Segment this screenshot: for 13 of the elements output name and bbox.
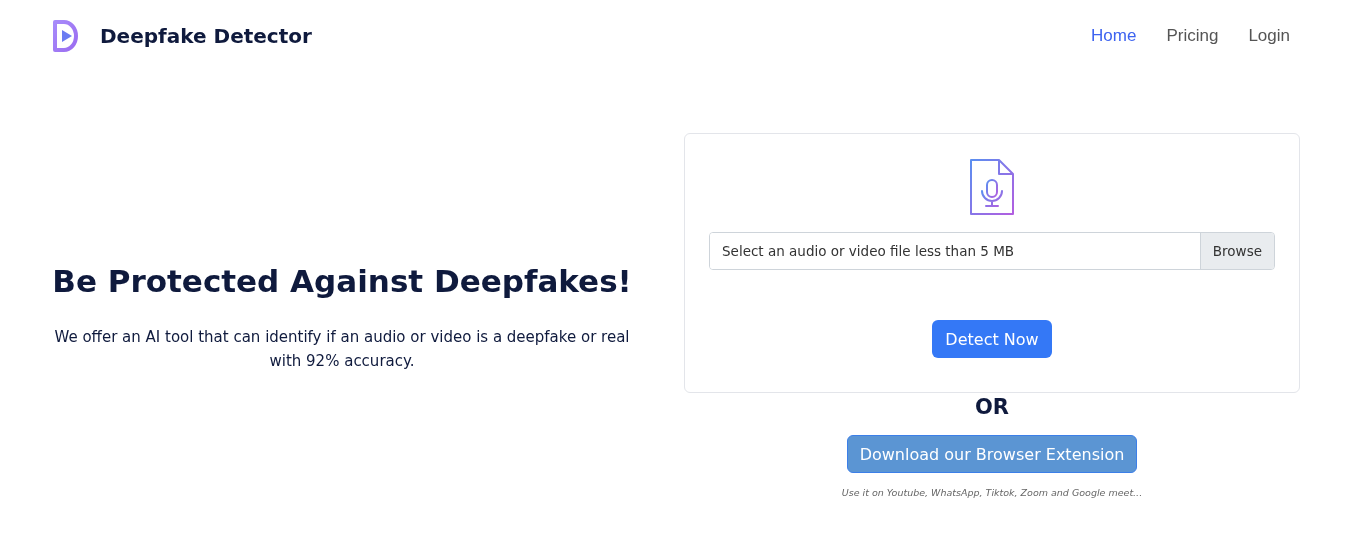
nav-link[interactable]: Login — [1248, 26, 1290, 46]
file-input-field[interactable]: Select an audio or video file less than 5 MB Browse — [709, 232, 1275, 270]
logo-icon — [52, 19, 80, 53]
or-divider-text: OR — [975, 395, 1009, 419]
brand-name: Deepfake Detector — [100, 24, 312, 48]
extension-note: Use it on Youtube, WhatsApp, Tiktok, Zoom and Google meet... — [841, 487, 1143, 498]
hero-description: We offer an AI tool that can identify if an audio or video is a deepfake or real with 92% accuracy. — [53, 327, 631, 372]
audio-file-icon — [969, 158, 1015, 216]
detect-button[interactable]: Detect Now — [932, 320, 1052, 358]
nav-link[interactable]: Pricing — [1166, 26, 1219, 46]
browse-button[interactable]: Browse — [1199, 233, 1274, 269]
hero-title: Be Protected Against Deepfakes! — [52, 263, 632, 299]
nav-link[interactable]: Home — [1091, 26, 1137, 46]
